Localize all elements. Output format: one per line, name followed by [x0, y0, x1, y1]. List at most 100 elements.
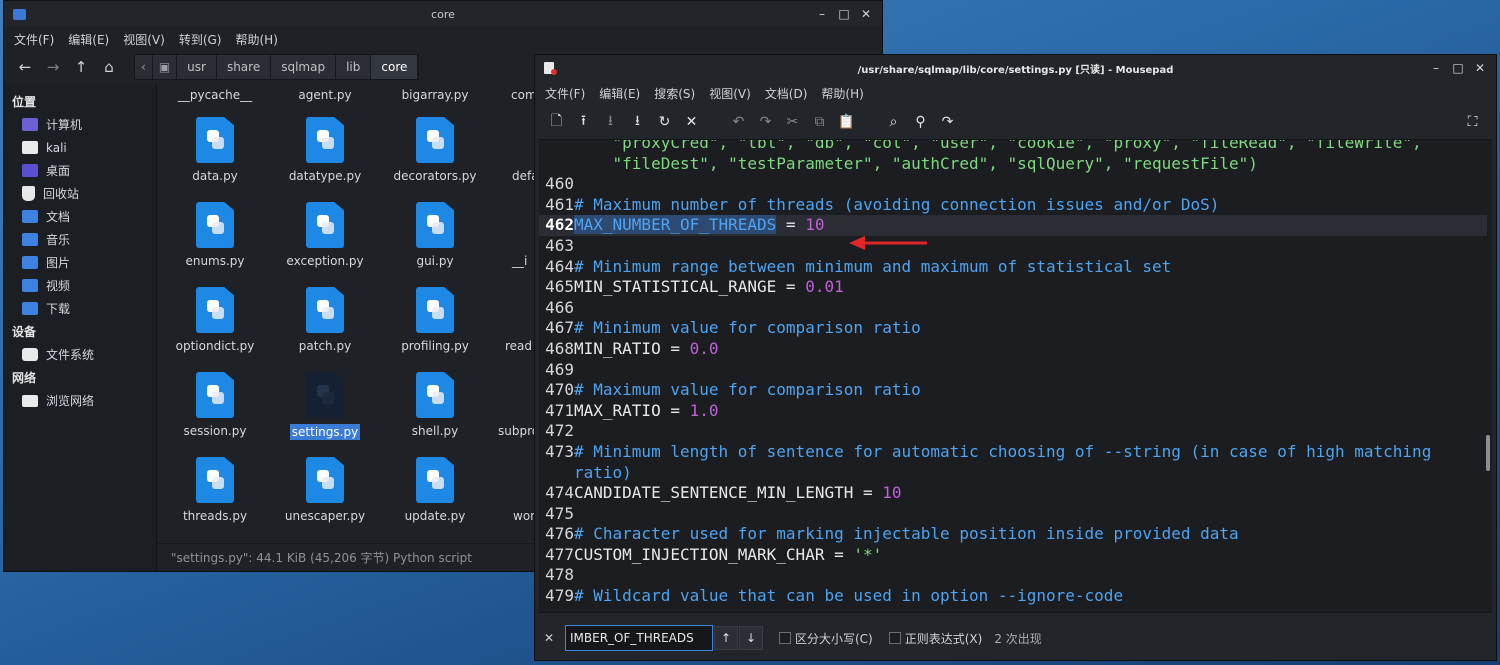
redo-icon[interactable]: ↷	[754, 111, 777, 134]
up-arrow-icon[interactable]: ↑	[70, 56, 92, 78]
code-line[interactable]: 479 # Wildcard value that can be used in …	[539, 586, 1487, 607]
code-line[interactable]: 471 MAX_RATIO = 1.0	[539, 401, 1487, 422]
sidebar-item-trash[interactable]: 回收站	[4, 182, 156, 205]
sidebar-item-downloads[interactable]: 下载	[4, 297, 156, 320]
code-line[interactable]: 463	[539, 236, 1487, 257]
forward-arrow-icon[interactable]: →	[42, 56, 64, 78]
search-icon[interactable]: ⌕	[882, 111, 905, 134]
file-item[interactable]: optiondict.py	[165, 287, 265, 353]
minimize-icon[interactable]: –	[814, 7, 830, 21]
file-item[interactable]: decorators.py	[385, 117, 485, 183]
close-document-icon[interactable]: ✕	[680, 111, 703, 134]
file-item-selected[interactable]: settings.py	[275, 372, 375, 440]
code-line-current[interactable]: 462 MAX_NUMBER_OF_THREADS = 10	[539, 215, 1487, 236]
code-editor[interactable]: "proxyCred", "tbl", "db", "col", "user",…	[539, 139, 1492, 613]
sidebar-item-kali[interactable]: kali	[4, 136, 156, 159]
code-line[interactable]: 467 # Minimum value for comparison ratio	[539, 318, 1487, 339]
file-item-bigarray[interactable]: bigarray.py	[385, 88, 485, 102]
undo-icon[interactable]: ↶	[727, 111, 750, 134]
menu-view[interactable]: 视图(V)	[123, 31, 165, 48]
maximize-icon[interactable]: □	[1450, 61, 1466, 75]
open-upload-icon[interactable]: ⭱	[572, 111, 595, 134]
code-line[interactable]: 474 CANDIDATE_SENTENCE_MIN_LENGTH = 10	[539, 483, 1487, 504]
code-line[interactable]: 473 # Minimum length of sentence for auto…	[539, 442, 1487, 463]
menu-help[interactable]: 帮助(H)	[235, 31, 277, 48]
file-item[interactable]: shell.py	[385, 372, 485, 438]
sidebar-item-videos[interactable]: 视频	[4, 274, 156, 297]
reload-icon[interactable]: ↻	[653, 111, 676, 134]
code-line[interactable]: 460	[539, 174, 1487, 195]
file-item[interactable]: threads.py	[165, 457, 265, 523]
code-line[interactable]: 477 CUSTOM_INJECTION_MARK_CHAR = '*'	[539, 545, 1487, 566]
file-item[interactable]: update.py	[385, 457, 485, 523]
sidebar-item-filesystem[interactable]: 文件系统	[4, 343, 156, 366]
mp-titlebar[interactable]: /usr/share/sqlmap/lib/core/settings.py […	[535, 55, 1496, 81]
find-replace-icon[interactable]: ⚲	[909, 111, 932, 134]
file-item[interactable]: enums.py	[165, 202, 265, 268]
new-document-icon[interactable]: 🗋	[545, 111, 568, 134]
search-input[interactable]	[565, 625, 713, 651]
file-item[interactable]: unescaper.py	[275, 457, 375, 523]
fullscreen-icon[interactable]: ⛶	[1461, 111, 1484, 134]
menu-view[interactable]: 视图(V)	[709, 85, 751, 102]
sidebar-item-music[interactable]: 音乐	[4, 228, 156, 251]
crumb-lib[interactable]: lib	[336, 55, 372, 79]
code-line[interactable]: 464 # Minimum range between minimum and m…	[539, 257, 1487, 278]
code-line[interactable]: "fileDest", "testParameter", "authCred",…	[539, 154, 1487, 175]
crumb-core[interactable]: core	[371, 55, 419, 79]
code-line[interactable]: 470 # Maximum value for comparison ratio	[539, 380, 1487, 401]
file-item[interactable]: profiling.py	[385, 287, 485, 353]
code-line[interactable]: 476 # Character used for marking injectab…	[539, 524, 1487, 545]
crumb-share[interactable]: share	[216, 55, 272, 79]
file-item[interactable]: datatype.py	[275, 117, 375, 183]
code-line[interactable]: 478	[539, 565, 1487, 586]
code-line[interactable]: 465 MIN_STATISTICAL_RANGE = 0.01	[539, 277, 1487, 298]
save-as-icon[interactable]: ⭳	[626, 111, 649, 134]
goto-line-icon[interactable]: ↷	[936, 111, 959, 134]
menu-help[interactable]: 帮助(H)	[821, 85, 863, 102]
sidebar-item-desktop[interactable]: 桌面	[4, 159, 156, 182]
maximize-icon[interactable]: □	[836, 7, 852, 21]
code-line[interactable]: 475	[539, 504, 1487, 525]
menu-search[interactable]: 搜索(S)	[654, 85, 695, 102]
sidebar-item-computer[interactable]: 计算机	[4, 113, 156, 136]
close-icon[interactable]: ✕	[858, 7, 874, 21]
back-arrow-icon[interactable]: ←	[14, 56, 36, 78]
sidebar-item-browse-network[interactable]: 浏览网络	[4, 389, 156, 412]
code-line[interactable]: 468 MIN_RATIO = 0.0	[539, 339, 1487, 360]
home-icon[interactable]: ⌂	[98, 56, 120, 78]
minimize-icon[interactable]: –	[1428, 61, 1444, 75]
file-item-agent[interactable]: agent.py	[275, 88, 375, 102]
menu-edit[interactable]: 编辑(E)	[599, 85, 640, 102]
crumb-sqlmap[interactable]: sqlmap	[271, 55, 337, 79]
file-item[interactable]: session.py	[165, 372, 265, 438]
drive-icon[interactable]: ▣	[152, 55, 178, 79]
file-item[interactable]: data.py	[165, 117, 265, 183]
code-line[interactable]: "proxyCred", "tbl", "db", "col", "user",…	[539, 140, 1487, 154]
copy-icon[interactable]: ⧉	[808, 111, 831, 134]
close-search-icon[interactable]: ✕	[539, 631, 559, 645]
file-item[interactable]: gui.py	[385, 202, 485, 268]
menu-file[interactable]: 文件(F)	[545, 85, 585, 102]
menu-document[interactable]: 文档(D)	[765, 85, 808, 102]
scrollbar-thumb[interactable]	[1486, 435, 1490, 471]
save-download-icon[interactable]: ⭳	[599, 111, 622, 134]
close-icon[interactable]: ✕	[1472, 61, 1488, 75]
code-line[interactable]: 469	[539, 360, 1487, 381]
code-line[interactable]: ratio)	[539, 463, 1487, 484]
menu-go[interactable]: 转到(G)	[179, 31, 222, 48]
code-line[interactable]: 466	[539, 298, 1487, 319]
code-line[interactable]: 472	[539, 421, 1487, 442]
sidebar-item-documents[interactable]: 文档	[4, 205, 156, 228]
path-scroll-left-icon[interactable]: ‹	[135, 55, 153, 79]
regex-checkbox[interactable]: 正则表达式(X)	[888, 630, 982, 647]
file-item[interactable]: exception.py	[275, 202, 375, 268]
sidebar-item-pictures[interactable]: 图片	[4, 251, 156, 274]
menu-file[interactable]: 文件(F)	[14, 31, 54, 48]
paste-icon[interactable]: 📋	[835, 111, 858, 134]
file-item[interactable]: patch.py	[275, 287, 375, 353]
cut-icon[interactable]: ✂	[781, 111, 804, 134]
crumb-usr[interactable]: usr	[177, 55, 217, 79]
code-line[interactable]: 461 # Maximum number of threads (avoiding…	[539, 195, 1487, 216]
search-prev-button[interactable]: ↑	[714, 626, 738, 650]
